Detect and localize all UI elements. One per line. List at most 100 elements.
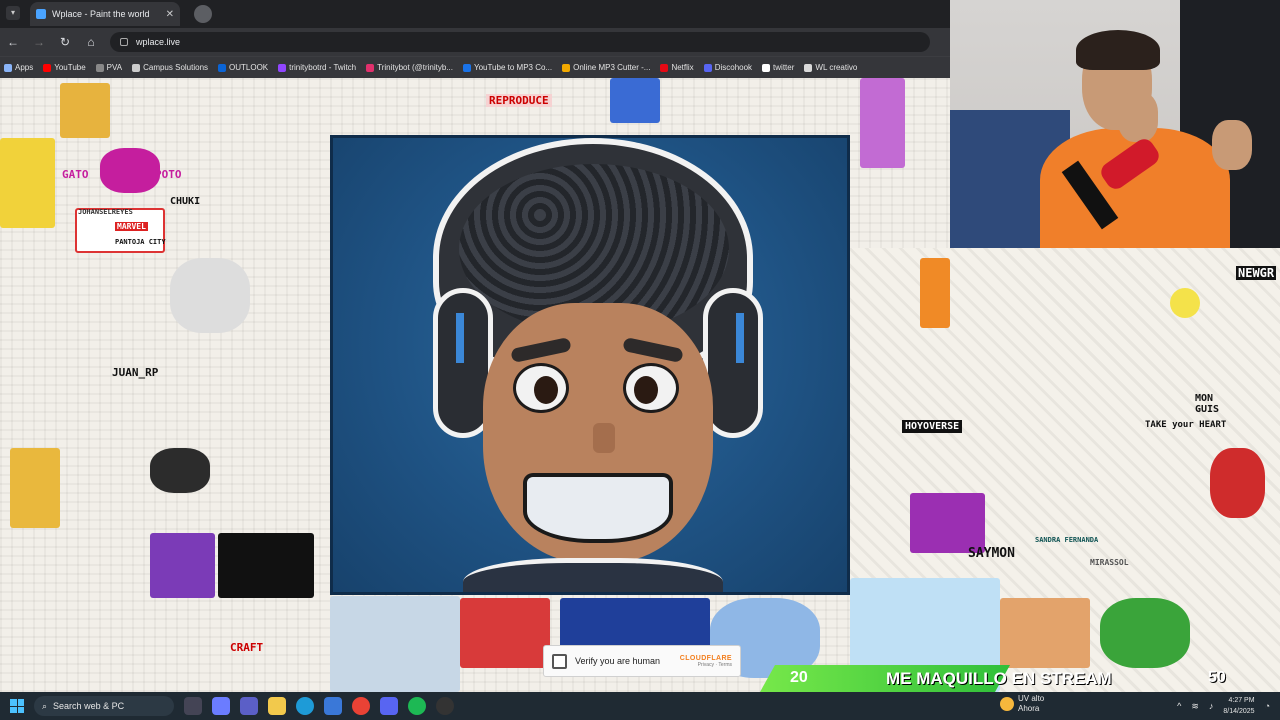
browser-toolbar: ← → ↻ ⌂ wplace.live: [0, 28, 950, 56]
weather-widget[interactable]: UV alto Ahora: [1000, 694, 1044, 714]
pixel-art: [1170, 288, 1200, 318]
search-icon: ⌕: [42, 700, 48, 711]
tab-close-icon[interactable]: ✕: [166, 9, 174, 20]
browser-tab[interactable]: Wplace - Paint the world ✕: [30, 2, 180, 26]
outlook-icon: [218, 63, 227, 72]
twitch-icon: [278, 63, 287, 72]
bookmark-outlook[interactable]: OUTLOOK: [218, 63, 268, 72]
bookmark-yt-mp3[interactable]: YouTube to MP3 Co...: [462, 63, 552, 72]
pixel-art: [150, 533, 215, 598]
weather-title: UV alto: [1018, 694, 1045, 703]
cutter-icon: [562, 63, 571, 72]
bookmark-wl[interactable]: WL creativo: [804, 63, 857, 72]
pixel-art: [560, 598, 710, 648]
notification-bell-icon[interactable]: ◔: [1265, 701, 1270, 711]
bookmark-apps[interactable]: Apps: [4, 63, 33, 72]
canvas-label: REPRODUCE: [486, 94, 552, 107]
bookmark-mp3-cutter[interactable]: Online MP3 Cutter -...: [562, 63, 650, 72]
tab-title: Wplace - Paint the world: [52, 9, 150, 19]
bookmark-youtube[interactable]: YouTube: [43, 63, 86, 72]
weather-sun-icon: [1000, 697, 1014, 711]
pixel-art: [460, 598, 550, 668]
canvas-label: CHUKI: [170, 196, 201, 207]
discord-icon[interactable]: [380, 697, 398, 715]
site-info-icon[interactable]: [120, 38, 128, 46]
wifi-icon[interactable]: ≋: [1191, 701, 1199, 712]
portrait-eye-left: [513, 363, 569, 413]
system-tray: ^ ≋ ♪ 4:27 PM 8/14/2025 ◔: [1177, 695, 1270, 717]
edge-icon[interactable]: [296, 697, 314, 715]
volume-icon[interactable]: ♪: [1209, 701, 1214, 711]
pixel-art: [860, 78, 905, 168]
bookmark-campus[interactable]: Campus Solutions: [132, 63, 208, 72]
new-tab-button[interactable]: [194, 5, 212, 23]
file-explorer-icon[interactable]: [268, 697, 286, 715]
bookmark-twitter[interactable]: twitter: [762, 63, 794, 72]
bookmark-twitch[interactable]: trinitybotrd - Twitch: [278, 63, 356, 72]
converter-icon: [462, 63, 471, 72]
reload-icon[interactable]: ↻: [58, 35, 72, 49]
task-view-icon[interactable]: [184, 697, 202, 715]
store-icon[interactable]: [324, 697, 342, 715]
streamer-hand: [1118, 92, 1158, 142]
forward-icon[interactable]: →: [32, 35, 46, 49]
teams-icon[interactable]: [240, 697, 258, 715]
home-icon[interactable]: ⌂: [84, 35, 98, 49]
captcha-label: Verify you are human: [575, 656, 661, 666]
canvas-label: NEWGR: [1236, 266, 1277, 280]
portrait-face: [483, 303, 713, 563]
portrait-headphone-stripe: [456, 313, 464, 363]
pva-icon: [95, 63, 104, 72]
pixel-art: [100, 148, 160, 193]
portrait-brow-left: [510, 336, 572, 364]
bookmarks-bar: Apps YouTube PVA Campus Solutions OUTLOO…: [0, 56, 950, 78]
streamer-hair: [1076, 30, 1160, 70]
tab-search-icon[interactable]: ▾: [6, 6, 20, 20]
youtube-icon: [43, 63, 52, 72]
stream-goal-bar: 20 ME MAQUILLO EN STREAM 50: [760, 665, 1280, 692]
instagram-icon: [366, 63, 375, 72]
canvas-label: HOYOVERSE: [902, 420, 963, 433]
obs-icon[interactable]: [436, 697, 454, 715]
wl-icon: [804, 63, 813, 72]
windows-start-icon[interactable]: [10, 699, 24, 713]
portrait-brow-right: [622, 336, 684, 364]
canvas-label: PANTOJA CITY: [115, 238, 166, 246]
captcha-links[interactable]: Privacy · Terms: [698, 662, 732, 668]
portrait-mouth: [523, 473, 673, 543]
bookmark-instagram[interactable]: Trinitybot (@trinityb...: [366, 63, 453, 72]
pixel-art: [218, 533, 314, 598]
address-bar[interactable]: wplace.live: [110, 32, 930, 52]
chrome-icon[interactable]: [352, 697, 370, 715]
bookmark-discohook[interactable]: Discohook: [703, 63, 752, 72]
spotify-icon[interactable]: [408, 697, 426, 715]
bookmark-netflix[interactable]: Netflix: [660, 63, 694, 72]
pixel-art: [60, 83, 110, 138]
canvas-label: SAYMON: [968, 546, 1015, 561]
pixel-portrait: [330, 135, 850, 595]
pixel-art: [610, 78, 660, 123]
clock-time: 4:27 PM: [1228, 697, 1255, 704]
copilot-icon[interactable]: [212, 697, 230, 715]
webcam-overlay: [950, 0, 1280, 248]
clock[interactable]: 4:27 PM 8/14/2025: [1223, 695, 1254, 717]
canvas-label: POTO: [155, 168, 182, 181]
canvas-label: JOHANSELREYES: [78, 208, 133, 216]
back-icon[interactable]: ←: [6, 35, 20, 49]
pixel-art: [920, 258, 950, 328]
pixel-art: [10, 448, 60, 528]
portrait-shirt: [463, 558, 723, 592]
cloudflare-logo: CLOUDFLARE: [679, 654, 732, 662]
bookmark-pva[interactable]: PVA: [95, 63, 122, 72]
cloudflare-branding: CLOUDFLARE Privacy · Terms: [680, 655, 732, 668]
taskbar-search[interactable]: ⌕ Search web & PC: [34, 696, 174, 716]
stream-goal-target: 50: [1208, 669, 1226, 686]
weather-sub: Ahora: [1018, 704, 1040, 713]
canvas-label: MON GUIS: [1195, 393, 1220, 415]
canvas-label: SANDRA FERNANDA: [1035, 536, 1099, 544]
chevron-up-icon[interactable]: ^: [1177, 701, 1181, 711]
pixel-art: [1000, 598, 1090, 668]
canvas-label: TAKE your HEART: [1145, 420, 1227, 430]
captcha-checkbox[interactable]: [552, 653, 567, 669]
pixel-canvas-right[interactable]: HOYOVERSE MON GUIS TAKE your HEART SAYMO…: [850, 248, 1280, 692]
